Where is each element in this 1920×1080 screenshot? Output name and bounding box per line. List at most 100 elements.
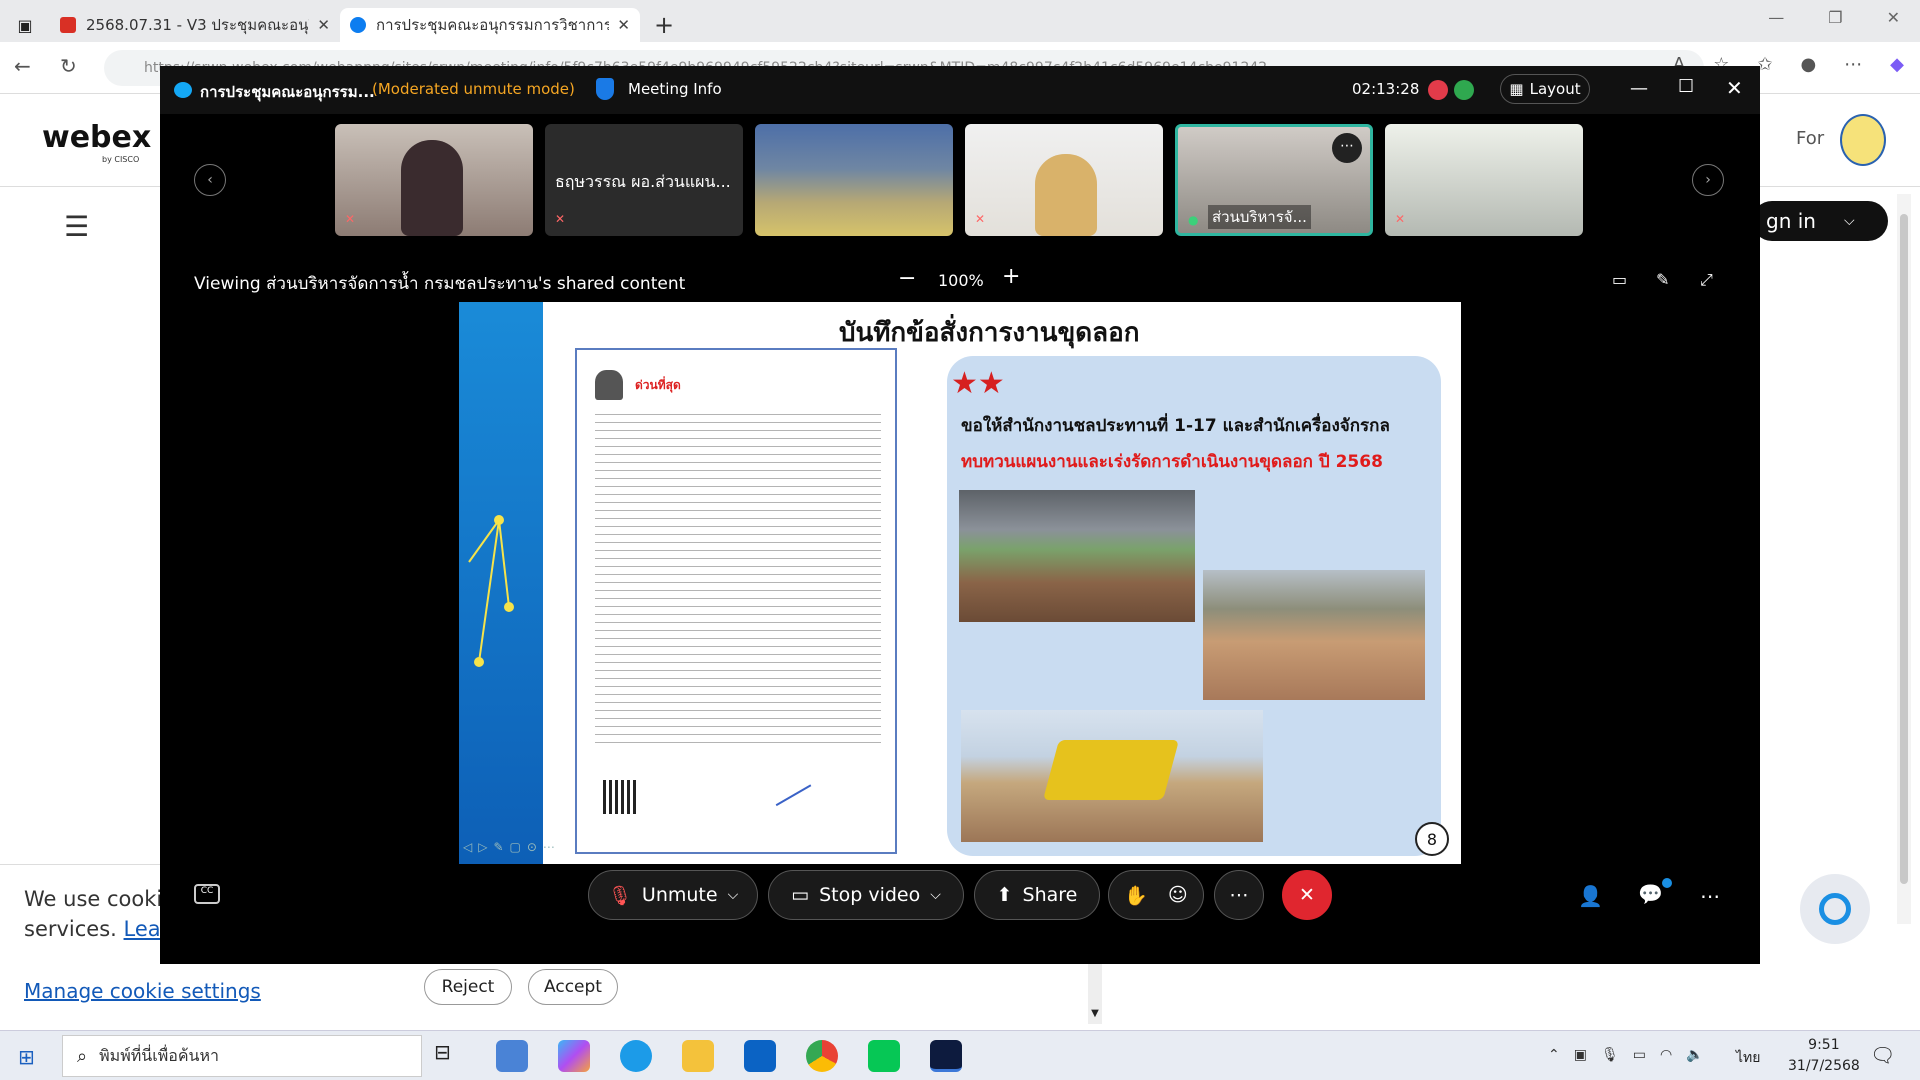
slide-sidebar [459,302,543,864]
mic-icon[interactable]: 🎙 [1601,1047,1619,1063]
instruction-line-1: ขอให้สำนักงานชลประทานที่ 1-17 และสำนักเค… [961,416,1390,436]
share-icon: ⬆ [996,884,1013,906]
annotate-icon[interactable]: ✎ [1656,270,1669,289]
participant-tile[interactable] [755,124,953,236]
shield-icon [596,78,614,100]
scroll-thumb[interactable] [1900,214,1908,884]
page-number: 8 [1415,822,1449,856]
zoom-out-button[interactable]: − [898,266,916,291]
site-scrollbar[interactable] [1897,194,1911,924]
store-icon[interactable] [496,1040,528,1072]
new-tab-button[interactable]: + [654,11,674,39]
minimize-icon[interactable]: — [1768,8,1784,27]
restore-icon[interactable]: ❐ [1828,8,1842,27]
next-participants-button[interactable]: › [1692,164,1724,196]
excavator-shape [1042,740,1180,800]
language-indicator[interactable]: ไทย [1736,1047,1760,1069]
stop-video-button[interactable]: ▭ Stop video ⌵ [768,870,964,920]
menu-icon[interactable]: ☰ [64,210,89,243]
urgent-stamp: ด่วนที่สุด [635,378,681,392]
profile-icon[interactable]: ● [1800,54,1816,75]
leave-meeting-button[interactable]: ✕ [1282,870,1332,920]
notification-icon[interactable]: 🗨 [1870,1043,1895,1067]
participant-tile[interactable]: ✕ [335,124,533,236]
prev-participants-button[interactable]: ‹ [194,164,226,196]
start-icon[interactable]: ⊞ [18,1045,35,1069]
chat-icon[interactable]: 💬 [1638,882,1663,906]
volume-icon[interactable]: 🔈 [1686,1047,1703,1063]
share-button[interactable]: ⬆ Share [974,870,1100,920]
accept-button[interactable]: Accept [528,969,618,1005]
manage-cookies-link[interactable]: Manage cookie settings [24,979,261,1003]
participant-tile[interactable]: ✕ [965,124,1163,236]
search-icon: ⌕ [77,1045,88,1067]
qr-code [603,780,637,814]
raise-hand-icon[interactable]: ✋ [1124,884,1148,907]
fullscreen-icon[interactable]: ⤢ [1700,270,1713,290]
meeting-title-bar: การประชุมคณะอนุกรรม... (Moderated unmute… [160,66,1760,114]
meet-now-icon[interactable]: ▣ [1574,1047,1587,1063]
back-icon[interactable]: ← [14,54,31,78]
participant-more-button[interactable]: ⋯ [1332,133,1362,163]
participant-avatar [401,140,463,236]
more-icon[interactable]: ⋯ [1844,54,1862,75]
photo-komatsu [961,710,1263,842]
tab-webex[interactable]: การประชุมคณะอนุกรรมการวิชาการแล ✕ [340,8,640,42]
zoom-in-button[interactable]: + [1002,264,1020,289]
close-icon[interactable]: ✕ [1887,8,1900,27]
zoom-level: 100% [938,271,984,290]
clock[interactable]: 9:51 31/7/2568 [1788,1035,1860,1077]
browser-tab-strip: ▣ 2568.07.31 - V3 ประชุมคณะอนุวิชาก ✕ กา… [0,0,1920,42]
participant-tile[interactable]: ✕ [1385,124,1583,236]
webex-meeting-window: การประชุมคณะอนุกรรม... (Moderated unmute… [160,66,1760,964]
muted-mic-icon: ✕ [975,212,986,226]
refresh-icon[interactable]: ↻ [60,54,77,78]
muted-mic-icon: ✕ [345,212,356,226]
close-icon[interactable]: ✕ [317,16,330,34]
taskbar-search[interactable]: ⌕ พิมพ์ที่นี่เพื่อค้นหา [62,1035,422,1077]
layout-button[interactable]: ▦ Layout [1500,74,1590,104]
chevron-down-icon: ⌵ [930,887,941,903]
maximize-icon[interactable]: ☐ [1678,76,1694,97]
webex-icon [174,82,192,98]
pop-out-icon[interactable]: ▭ [1612,270,1627,289]
slide-title: บันทึกข้อสั่งการงานขุดลอก [839,318,1140,348]
cookie-scrollbar[interactable]: ▼ [1088,964,1102,1024]
chevron-up-icon[interactable]: ⌃ [1548,1047,1560,1063]
unmute-button[interactable]: 🎙 Unmute ⌵ [588,870,758,920]
minimize-icon[interactable]: — [1630,78,1648,99]
battery-icon[interactable]: ▭ [1633,1047,1646,1063]
more-icon[interactable]: ⋯ [1700,884,1720,908]
line-icon[interactable] [868,1040,900,1072]
signin-button[interactable]: gn in ⌵ [1752,201,1888,241]
close-icon[interactable]: ✕ [617,16,630,34]
chat-notification-dot [1662,878,1672,888]
tab-pdf[interactable]: 2568.07.31 - V3 ประชุมคณะอนุวิชาก ✕ [50,8,340,42]
wifi-icon[interactable]: ◠ [1660,1047,1672,1063]
participant-tile[interactable]: ธฤษวรรณ ผอ.ส่วนแผน... ✕ [545,124,743,236]
captions-button[interactable]: CC [194,884,220,904]
participant-tile-active[interactable]: ⋯ ส่วนบริหารจั... ● [1175,124,1373,236]
meeting-info-button[interactable]: Meeting Info [628,80,722,98]
copilot-icon[interactable]: ◆ [1890,54,1904,75]
camera-icon: ▭ [791,884,810,906]
emoji-icon[interactable]: ☺ [1168,884,1188,906]
assistant-icon [1819,893,1851,925]
participants-icon[interactable]: 👤 [1578,884,1603,908]
webex-app-icon[interactable] [930,1040,962,1072]
task-view-icon[interactable]: ⊟ [434,1040,466,1072]
close-icon[interactable]: ✕ [1726,76,1743,100]
slide-nav-controls[interactable]: ◁▷✎▢⊙⋯ [463,840,561,854]
reject-button[interactable]: Reject [424,969,512,1005]
assistant-button[interactable] [1800,874,1870,944]
more-options-button[interactable]: ⋯ [1214,870,1264,920]
muted-mic-icon: 🎙 [607,884,632,907]
tab-actions-icon[interactable]: ▣ [0,8,50,42]
edge-icon[interactable] [620,1040,652,1072]
taskbar: ⊞ ⌕ พิมพ์ที่นี่เพื่อค้นหา ⊟ ⌃ ▣ 🎙 ▭ ◠ 🔈 … [0,1030,1920,1080]
meeting-title: การประชุมคณะอนุกรรม... [200,83,375,101]
file-explorer-icon[interactable] [682,1040,714,1072]
outlook-icon[interactable] [744,1040,776,1072]
copilot-icon[interactable] [558,1040,590,1072]
chrome-icon[interactable] [806,1040,838,1072]
